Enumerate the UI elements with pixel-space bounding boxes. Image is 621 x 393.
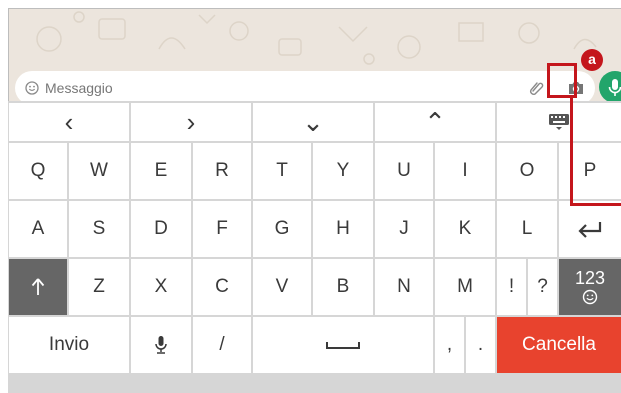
enter-arrow-icon — [578, 222, 602, 238]
keyboard-icon — [549, 114, 569, 130]
key-o[interactable]: O — [497, 143, 557, 199]
key-up-arrow[interactable]: ⌃ — [375, 103, 495, 141]
paperclip-icon[interactable] — [528, 80, 544, 96]
highlight-badge: a — [581, 49, 603, 71]
key-u[interactable]: U — [375, 143, 433, 199]
key-label: B — [336, 276, 350, 297]
chevron-right-icon: › — [186, 106, 196, 137]
key-label: O — [519, 160, 535, 181]
space-bar-icon — [326, 342, 360, 349]
key-l[interactable]: L — [497, 201, 557, 257]
key-k[interactable]: K — [435, 201, 495, 257]
key-label: ! — [508, 276, 515, 297]
key-label: F — [216, 218, 228, 239]
key-label: Cancella — [522, 334, 596, 355]
key-right-arrow[interactable]: › — [131, 103, 251, 141]
key-z[interactable]: Z — [69, 259, 129, 315]
key-label: / — [219, 334, 225, 355]
microphone-icon — [608, 79, 621, 96]
key-space[interactable] — [253, 317, 433, 373]
key-voice[interactable] — [131, 317, 191, 373]
key-question[interactable]: ? — [528, 259, 557, 315]
key-m[interactable]: M — [435, 259, 495, 315]
key-label: W — [90, 160, 108, 181]
key-label: V — [275, 276, 289, 297]
key-label: R — [215, 160, 229, 181]
key-e[interactable]: E — [131, 143, 191, 199]
key-left-arrow[interactable]: ‹ — [9, 103, 129, 141]
key-label: Invio — [48, 334, 90, 355]
key-hide-keyboard[interactable] — [497, 103, 621, 141]
key-shift[interactable] — [9, 259, 67, 315]
key-t[interactable]: T — [253, 143, 311, 199]
key-label: N — [397, 276, 411, 297]
key-label: H — [336, 218, 350, 239]
message-composer — [15, 71, 595, 105]
key-label: S — [92, 218, 106, 239]
key-j[interactable]: J — [375, 201, 433, 257]
highlight-callout-line — [570, 98, 573, 206]
message-input[interactable] — [45, 71, 515, 105]
chevron-down-icon: ⌄ — [302, 106, 324, 137]
highlight-box — [547, 63, 577, 98]
key-x[interactable]: X — [131, 259, 191, 315]
key-w[interactable]: W — [69, 143, 129, 199]
key-label: ? — [537, 276, 548, 297]
key-slash[interactable]: / — [193, 317, 251, 373]
key-b[interactable]: B — [313, 259, 373, 315]
key-cancella[interactable]: Cancella — [497, 317, 621, 373]
key-label: K — [458, 218, 472, 239]
key-exclamation[interactable]: ! — [497, 259, 526, 315]
key-q[interactable]: Q — [9, 143, 67, 199]
microphone-button[interactable] — [599, 71, 621, 103]
key-y[interactable]: Y — [313, 143, 373, 199]
key-v[interactable]: V — [253, 259, 311, 315]
key-a[interactable]: A — [9, 201, 67, 257]
key-label: X — [154, 276, 168, 297]
key-label: J — [399, 218, 409, 239]
smiley-icon — [582, 289, 598, 305]
key-label: Z — [93, 276, 105, 297]
key-label: . — [477, 334, 484, 355]
key-s[interactable]: S — [69, 201, 129, 257]
chevron-left-icon: ‹ — [64, 106, 74, 137]
key-label: P — [583, 160, 597, 181]
key-label: A — [31, 218, 45, 239]
key-label: M — [457, 276, 473, 297]
key-label: T — [276, 160, 288, 181]
key-enter[interactable] — [559, 201, 621, 257]
key-label: C — [215, 276, 229, 297]
key-i[interactable]: I — [435, 143, 495, 199]
key-label: Y — [336, 160, 350, 181]
key-n[interactable]: N — [375, 259, 433, 315]
key-label: 123 — [574, 268, 606, 288]
key-numbers-emoji[interactable]: 123 — [559, 259, 621, 315]
key-r[interactable]: R — [193, 143, 251, 199]
onscreen-keyboard: ‹ › ⌄ ⌃ Q W E R T Y U I O P A S D F G H … — [8, 101, 621, 393]
key-g[interactable]: G — [253, 201, 311, 257]
key-label: I — [462, 160, 468, 181]
key-label: U — [397, 160, 411, 181]
highlight-callout-line — [570, 203, 621, 206]
key-label: , — [446, 334, 453, 355]
key-down-arrow[interactable]: ⌄ — [253, 103, 373, 141]
key-period[interactable]: . — [466, 317, 495, 373]
key-comma[interactable]: , — [435, 317, 464, 373]
key-f[interactable]: F — [193, 201, 251, 257]
key-label: L — [521, 218, 533, 239]
key-p[interactable]: P — [559, 143, 621, 199]
key-label: D — [154, 218, 168, 239]
chevron-up-icon: ⌃ — [424, 106, 446, 137]
smiley-icon[interactable] — [25, 81, 39, 95]
key-label: E — [154, 160, 168, 181]
key-d[interactable]: D — [131, 201, 191, 257]
microphone-icon — [155, 336, 167, 354]
key-invio[interactable]: Invio — [9, 317, 129, 373]
key-h[interactable]: H — [313, 201, 373, 257]
key-label: Q — [30, 160, 46, 181]
key-c[interactable]: C — [193, 259, 251, 315]
key-label: G — [274, 218, 290, 239]
shift-arrow-icon — [31, 278, 45, 295]
